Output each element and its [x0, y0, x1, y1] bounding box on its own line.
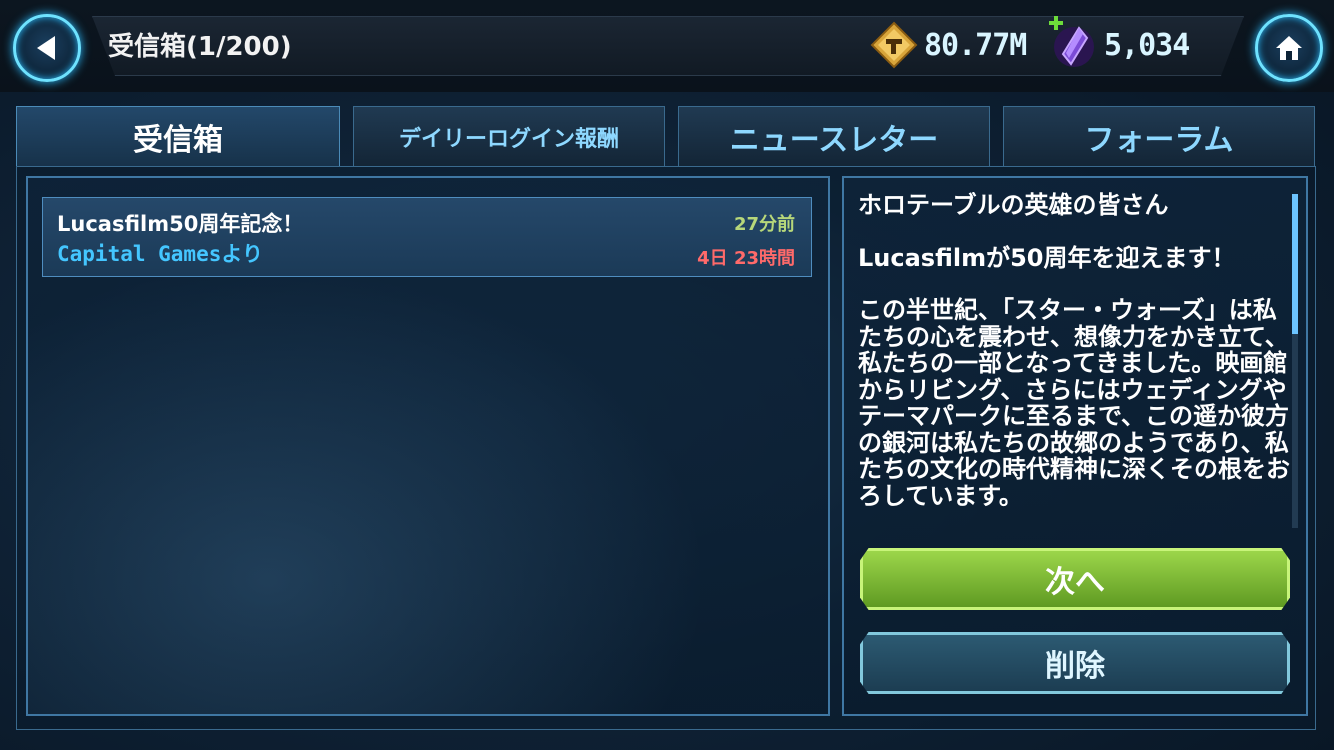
credits-value: 80.77M — [924, 27, 1027, 63]
mail-expiry-time: 4日 23時間 — [697, 248, 795, 269]
message-body[interactable]: ホロテーブルの英雄の皆さん Lucasfilmが50周年を迎えます！ この半世紀… — [858, 192, 1292, 528]
home-button[interactable] — [1255, 14, 1323, 82]
mail-received-time: 27分前 — [733, 214, 795, 235]
plus-icon[interactable] — [1048, 15, 1064, 31]
tab-newsletter[interactable]: ニュースレター — [678, 106, 990, 166]
credits-icon — [868, 19, 920, 71]
message-scrollbar[interactable] — [1292, 194, 1298, 528]
credits-display[interactable]: 80.77M — [868, 18, 1027, 72]
mail-sender: Capital Gamesより — [57, 242, 263, 266]
tab-forum[interactable]: フォーラム — [1003, 106, 1315, 166]
crystal-icon — [1048, 16, 1100, 71]
message-greeting: ホロテーブルの英雄の皆さん — [858, 192, 1169, 219]
message-paragraph: この半世紀、「スター・ウォーズ」は私たちの心を震わせ、想像力をかき立て、私たちの… — [858, 296, 1290, 510]
back-button[interactable] — [13, 14, 81, 82]
mail-subject: Lucasfilm50周年記念！ — [57, 212, 304, 236]
mail-list-item[interactable]: Lucasfilm50周年記念！ Capital Gamesより 27分前 4日… — [42, 197, 812, 277]
crystals-value: 5,034 — [1104, 27, 1190, 63]
back-arrow-icon — [37, 36, 55, 60]
page-title: 受信箱(1/200) — [108, 32, 292, 62]
crystals-display[interactable]: 5,034 — [1048, 16, 1190, 72]
home-icon — [1276, 36, 1302, 60]
next-button[interactable]: 次へ — [860, 548, 1290, 610]
delete-button[interactable]: 削除 — [860, 632, 1290, 694]
scroll-thumb[interactable] — [1292, 194, 1298, 334]
tab-inbox[interactable]: 受信箱 — [16, 106, 340, 166]
message-headline: Lucasfilmが50周年を迎えます！ — [858, 243, 1236, 272]
tab-daily-login-rewards[interactable]: デイリーログイン報酬 — [353, 106, 665, 166]
